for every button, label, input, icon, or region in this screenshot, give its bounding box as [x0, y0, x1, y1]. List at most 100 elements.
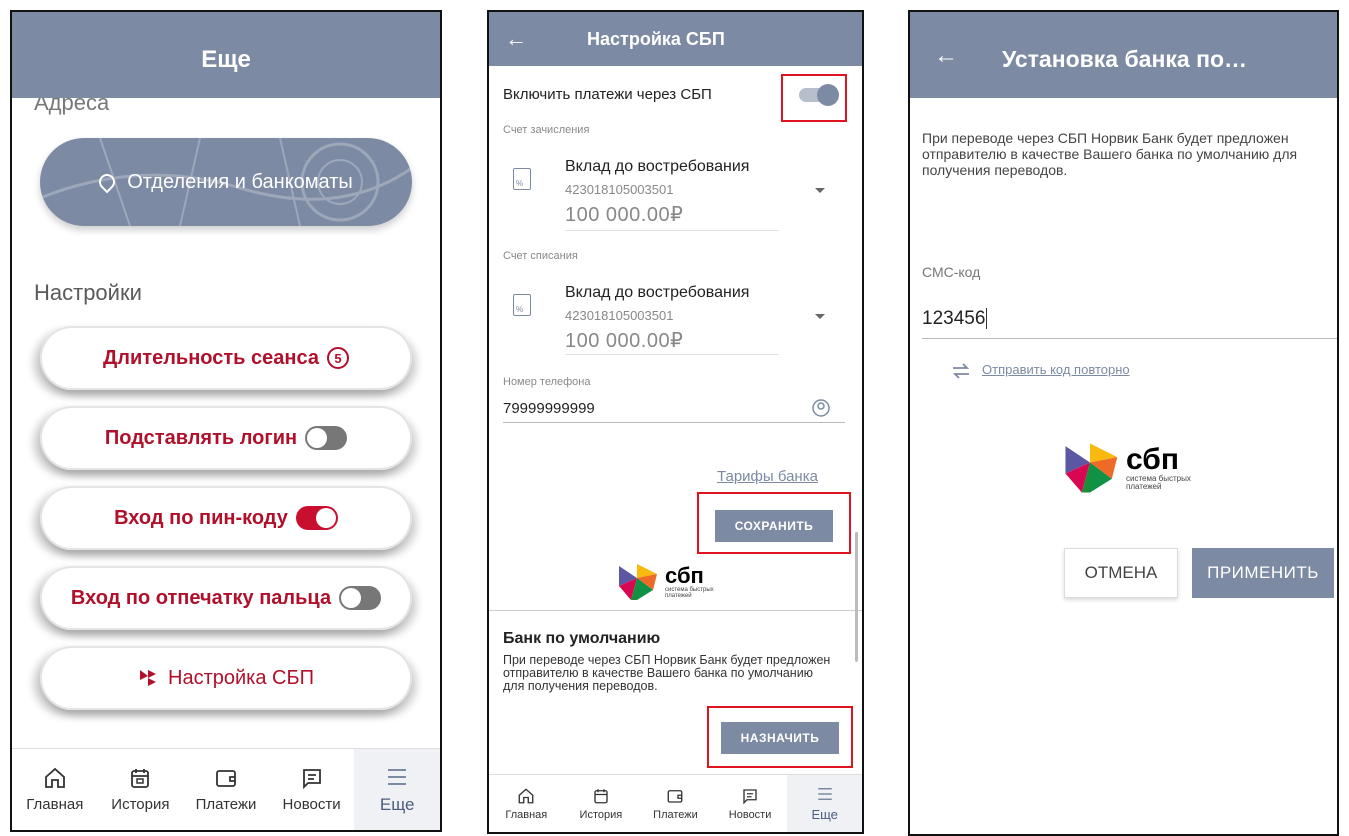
section-divider	[489, 610, 862, 611]
sbp-settings-button[interactable]: Настройка СБП	[40, 646, 412, 710]
header-bar: Еще	[12, 12, 440, 98]
deposit-icon	[513, 294, 531, 316]
branches-atms-button[interactable]: Отделения и банкоматы	[40, 138, 412, 226]
sbp-settings-screen: ← Настройка СБП Включить платежи через С…	[487, 10, 864, 834]
sms-underline	[922, 338, 1337, 339]
default-bank-title: Банк по умолчанию	[503, 630, 661, 647]
credit-account-caption: Счет зачисления	[503, 124, 590, 136]
credit-account-dropdown-icon[interactable]	[815, 188, 825, 193]
tariffs-link[interactable]: Тарифы банка	[717, 468, 818, 485]
phone-field[interactable]: 79999999999	[503, 400, 595, 417]
header-bar: ← Настройка СБП	[489, 12, 862, 66]
sbp-logo: сбп система быстрых платежей	[615, 560, 714, 604]
enable-sbp-toggle[interactable]	[799, 84, 839, 106]
calendar-icon	[594, 788, 608, 803]
sms-code-input[interactable]: 123456	[922, 308, 988, 330]
nav-news[interactable]: Новости	[713, 775, 788, 832]
fingerprint-login-row[interactable]: Вход по отпечатку пальца	[40, 566, 412, 630]
save-button[interactable]: СОХРАНИТЬ	[715, 510, 833, 542]
sbp-logo-icon	[1065, 443, 1118, 493]
sbp-word: сбп	[1126, 442, 1179, 476]
session-count-badge: 5	[326, 347, 349, 369]
fingerprint-login-label: Вход по отпечатку пальца	[70, 586, 332, 609]
nav-more-label: Еще	[379, 794, 415, 814]
text-cursor	[986, 308, 988, 329]
page-title: Еще	[201, 46, 251, 73]
nav-more-label: Еще	[811, 807, 838, 822]
sbp-subtitle-2: платежей	[665, 593, 692, 599]
nav-home[interactable]: Главная	[12, 749, 98, 830]
sbp-logo: сбп система быстрых платежей	[1060, 438, 1191, 498]
menu-icon	[388, 768, 407, 785]
nav-payments[interactable]: Платежи	[183, 749, 269, 830]
branches-label: Отделения и банкоматы	[127, 170, 353, 193]
page-title: Установка банка по…	[1002, 46, 1248, 72]
autofill-login-toggle[interactable]	[305, 426, 348, 450]
resend-icon[interactable]	[950, 360, 972, 382]
sbp-subtitle-2: платежей	[1126, 482, 1162, 491]
more-screen: Адреса Еще Отделения и банкоматы Настрой…	[10, 10, 442, 832]
resend-code-link[interactable]: Отправить код повторно	[982, 362, 1130, 377]
credit-account-name: Вклад до востребования	[565, 158, 750, 175]
sbp-word: сбп	[665, 562, 704, 588]
autofill-login-row[interactable]: Подставлять логин	[40, 406, 412, 470]
nav-news-label: Новости	[728, 808, 772, 821]
fingerprint-login-toggle[interactable]	[339, 586, 382, 610]
credit-account-number: 423018105003501	[565, 182, 674, 197]
debit-account-amount: 100 000.00₽	[565, 330, 684, 352]
debit-account-dropdown-icon[interactable]	[815, 314, 825, 319]
nav-history-label: История	[579, 808, 623, 821]
nav-payments[interactable]: Платежи	[638, 775, 713, 832]
nav-history-label: История	[111, 796, 170, 813]
divider	[565, 230, 779, 231]
apply-button[interactable]: ПРИМЕНИТЬ	[1192, 548, 1334, 598]
sbp-settings-label: Настройка СБП	[168, 666, 314, 689]
enable-sbp-label: Включить платежи через СБП	[503, 86, 712, 103]
nav-news-label: Новости	[282, 796, 341, 813]
nav-more[interactable]: Еще	[354, 749, 440, 830]
nav-payments-label: Платежи	[195, 796, 257, 813]
debit-account-caption: Счет списания	[503, 250, 578, 262]
pin-login-row[interactable]: Вход по пин-коду	[40, 486, 412, 550]
sms-code-value: 123456	[922, 308, 986, 329]
pin-login-toggle[interactable]	[295, 506, 338, 530]
back-arrow-icon[interactable]: ←	[505, 26, 527, 52]
sbp-logo-icon	[619, 564, 657, 600]
nav-home-label: Главная	[26, 796, 84, 813]
contacts-icon[interactable]	[811, 398, 831, 418]
info-text: При переводе через СБП Норвик Банк будет…	[922, 130, 1298, 178]
assign-button[interactable]: НАЗНАЧИТЬ	[721, 722, 839, 754]
sbp-icon	[140, 670, 157, 686]
nav-history[interactable]: История	[564, 775, 639, 832]
nav-home-label: Главная	[505, 808, 548, 821]
phone-caption: Номер телефона	[503, 376, 591, 388]
nav-more[interactable]: Еще	[787, 775, 862, 832]
nav-news[interactable]: Новости	[269, 749, 355, 830]
wallet-icon	[668, 789, 683, 803]
cancel-button[interactable]: ОТМЕНА	[1064, 548, 1178, 598]
nav-history[interactable]: История	[98, 749, 184, 830]
nav-payments-label: Платежи	[653, 808, 698, 821]
scrollbar[interactable]	[855, 532, 858, 662]
divider	[565, 354, 779, 355]
default-bank-setup-screen: ← Установка банка по… При переводе через…	[908, 10, 1339, 836]
header-bar: ← Установка банка по…	[910, 12, 1337, 98]
phone-underline	[503, 422, 845, 423]
default-bank-description: При переводе через СБП Норвик Банк будет…	[503, 653, 831, 693]
menu-icon	[817, 788, 832, 800]
message-icon	[302, 769, 321, 790]
home-icon	[44, 767, 65, 788]
deposit-icon	[513, 168, 531, 190]
debit-account-name: Вклад до востребования	[565, 284, 750, 301]
settings-heading: Настройки	[34, 280, 142, 305]
bottom-navigation: Главная История Платежи Новости Еще	[12, 748, 440, 830]
debit-account-number: 423018105003501	[565, 308, 674, 323]
back-arrow-icon[interactable]: ←	[934, 42, 958, 70]
credit-account-amount: 100 000.00₽	[565, 204, 684, 226]
message-icon	[743, 788, 757, 804]
bottom-navigation: Главная История Платежи Новости Еще	[489, 774, 862, 832]
session-duration-button[interactable]: Длительность сеанса 5	[40, 326, 412, 390]
pin-login-label: Вход по пин-коду	[114, 506, 288, 529]
nav-home[interactable]: Главная	[489, 775, 564, 832]
sms-code-label: СМС-код	[922, 264, 981, 280]
